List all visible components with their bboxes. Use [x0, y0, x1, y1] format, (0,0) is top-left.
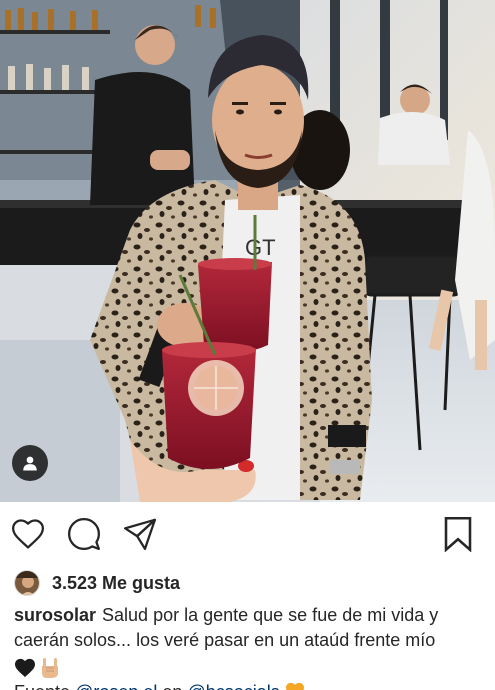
black-heart-icon	[15, 658, 35, 678]
speech-bubble-icon	[67, 517, 101, 551]
post-caption: surosolar Salud por la gente que se fue d…	[14, 603, 484, 653]
rock-on-hand-icon	[42, 658, 58, 678]
caption-username[interactable]: surosolar	[14, 605, 96, 625]
orange-heart-icon	[285, 682, 304, 690]
liker-avatar[interactable]	[14, 570, 40, 596]
share-button[interactable]	[122, 516, 158, 552]
save-button[interactable]	[440, 516, 476, 552]
source-word: en	[162, 682, 182, 690]
likes-label[interactable]: Me gusta	[102, 573, 180, 594]
bookmark-icon	[444, 516, 472, 552]
source-mention-2[interactable]: @bcsocials	[187, 682, 279, 690]
instagram-post: GT 3.523 Me gusta surosolar Salud por la…	[0, 0, 495, 690]
source-mention-1[interactable]: @rosep el	[75, 682, 157, 690]
heart-outline-icon	[11, 519, 45, 549]
person-tag-icon	[23, 456, 37, 471]
action-bar	[0, 512, 495, 556]
likes-count[interactable]: 3.523	[52, 573, 97, 594]
tagged-users-button[interactable]	[12, 445, 48, 481]
post-photo[interactable]: GT	[0, 0, 495, 502]
caption-text-1: Salud por la gente que se fue de mi vida…	[102, 605, 439, 625]
paper-plane-icon	[123, 518, 157, 551]
photo-illustration: GT	[0, 0, 495, 502]
avatar-image	[15, 571, 39, 595]
caption-text-2: caerán solos... los veré pasar en un ata…	[14, 630, 436, 650]
comment-button[interactable]	[66, 516, 102, 552]
source-prefix: Fuente	[14, 682, 70, 690]
likes-row[interactable]: 3.523 Me gusta	[14, 569, 180, 597]
source-line: Fuente @rosep el en @bcsocials	[14, 680, 305, 690]
like-button[interactable]	[10, 516, 46, 552]
caption-line-1: surosolar Salud por la gente que se fue d…	[14, 603, 484, 628]
svg-text:GT: GT	[245, 235, 276, 260]
caption-emoji-row	[14, 656, 60, 680]
